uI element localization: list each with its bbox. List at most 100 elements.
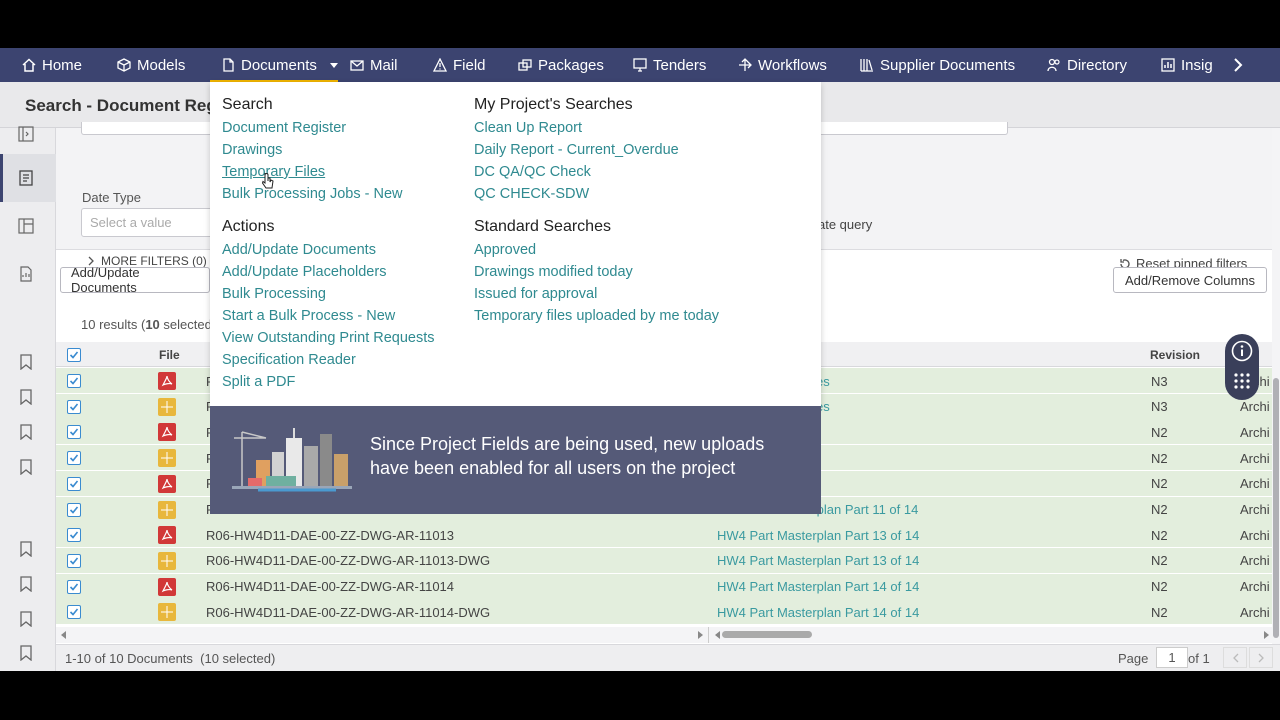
document-title-link[interactable]: HW4 Part Masterplan Part 14 of 14 xyxy=(717,574,919,600)
menu-clean-up-report[interactable]: Clean Up Report xyxy=(474,120,582,136)
nav-tenders[interactable]: Tenders xyxy=(633,48,706,82)
menu-document-register[interactable]: Document Register xyxy=(222,120,346,136)
row-checkbox[interactable] xyxy=(67,497,81,523)
nav-mail[interactable]: Mail xyxy=(350,48,398,82)
menu-daily-report[interactable]: Daily Report - Current_Overdue xyxy=(474,142,679,158)
keypad-icon[interactable] xyxy=(1233,372,1251,390)
prev-page-button[interactable] xyxy=(1223,647,1247,668)
menu-dc-qa-qc-check[interactable]: DC QA/QC Check xyxy=(474,164,591,180)
add-update-documents-button[interactable]: Add/Update Documents xyxy=(60,265,210,295)
menu-issued-for-approval[interactable]: Issued for approval xyxy=(474,286,597,302)
horizontal-scrollbar[interactable] xyxy=(56,627,1272,643)
checkbox xyxy=(67,451,81,466)
menu-specification-reader[interactable]: Specification Reader xyxy=(222,352,356,368)
info-icon[interactable] xyxy=(1231,340,1253,362)
row-checkbox[interactable] xyxy=(67,522,81,548)
caret-down-icon xyxy=(329,63,338,68)
nav-home[interactable]: Home xyxy=(22,48,82,82)
chevron-right-icon xyxy=(1258,653,1264,662)
file-type-cell[interactable] xyxy=(158,522,176,548)
file-type-cell[interactable] xyxy=(158,471,176,497)
nav-directory-label: Directory xyxy=(1067,56,1128,74)
file-type-cell[interactable] xyxy=(158,599,176,625)
next-page-button[interactable] xyxy=(1249,647,1273,668)
nav-packages[interactable]: Packages xyxy=(518,48,604,82)
date-type-select[interactable]: Select a value xyxy=(81,208,221,237)
row-checkbox[interactable] xyxy=(67,471,81,497)
scroll-right-icon[interactable] xyxy=(1262,631,1270,639)
menu-add-update-documents[interactable]: Add/Update Documents xyxy=(222,242,376,258)
table-row[interactable]: R06-HW4D11-DAE-00-ZZ-DWG-AR-11013-DWG HW4… xyxy=(56,547,1272,574)
menu-drawings-modified-today[interactable]: Drawings modified today xyxy=(474,264,633,280)
table-row[interactable]: R06-HW4D11-DAE-00-ZZ-DWG-AR-11013 HW4 Par… xyxy=(56,522,1272,549)
menu-split-pdf[interactable]: Split a PDF xyxy=(222,374,295,390)
report-icon[interactable] xyxy=(18,266,34,282)
menu-start-bulk-process[interactable]: Start a Bulk Process - New xyxy=(222,308,395,324)
table-row[interactable]: R06-HW4D11-DAE-00-ZZ-DWG-AR-11014 HW4 Par… xyxy=(56,573,1272,600)
file-type-cell[interactable] xyxy=(158,548,176,574)
document-number: R06-HW4D11-DAE-00-ZZ-DWG-AR-11014-DWG xyxy=(206,604,491,620)
vertical-scrollbar[interactable] xyxy=(1272,128,1280,644)
bookmark-icon[interactable] xyxy=(18,354,34,370)
bookmark-icon[interactable] xyxy=(18,424,34,440)
document-title-link[interactable]: HW4 Part Masterplan Part 14 of 14 xyxy=(717,599,919,625)
page-number-input[interactable]: 1 xyxy=(1156,647,1188,668)
collapse-panel-icon[interactable] xyxy=(18,126,34,142)
scroll-left-icon[interactable] xyxy=(714,631,722,639)
document-title-link[interactable]: HW4 Part Masterplan Part 13 of 14 xyxy=(717,522,919,548)
file-type-cell[interactable] xyxy=(158,368,176,394)
file-type-cell[interactable] xyxy=(158,497,176,523)
panel-layout-icon[interactable] xyxy=(18,218,34,234)
file-type-cell[interactable] xyxy=(158,445,176,471)
nav-models-label: Models xyxy=(137,56,186,74)
column-revision[interactable]: Revision xyxy=(1150,342,1200,367)
row-checkbox[interactable] xyxy=(67,419,81,445)
nav-field[interactable]: Field xyxy=(433,48,486,82)
left-rail xyxy=(0,126,56,671)
add-remove-columns-button[interactable]: Add/Remove Columns xyxy=(1113,267,1267,293)
menu-qc-check-sdw[interactable]: QC CHECK-SDW xyxy=(474,186,589,202)
row-checkbox[interactable] xyxy=(67,548,81,574)
column-file[interactable]: File xyxy=(159,342,180,367)
scroll-left-icon[interactable] xyxy=(60,631,68,639)
nav-directory[interactable]: Directory xyxy=(1047,48,1127,82)
vertical-scrollbar-thumb[interactable] xyxy=(1273,378,1279,638)
scroll-right-icon[interactable] xyxy=(696,631,704,639)
file-type-cell[interactable] xyxy=(158,394,176,420)
bookmark-icon[interactable] xyxy=(18,389,34,405)
row-checkbox[interactable] xyxy=(67,599,81,625)
scrollbar-thumb[interactable] xyxy=(722,631,812,638)
menu-approved[interactable]: Approved xyxy=(474,242,536,258)
row-checkbox[interactable] xyxy=(67,394,81,420)
bookmark-icon[interactable] xyxy=(18,459,34,475)
nav-models[interactable]: Models xyxy=(117,48,185,82)
results-suffix: selected xyxy=(159,317,212,332)
menu-bulk-processing[interactable]: Bulk Processing xyxy=(222,286,326,302)
row-checkbox[interactable] xyxy=(67,574,81,600)
menu-add-update-placeholders[interactable]: Add/Update Placeholders xyxy=(222,264,386,280)
row-checkbox[interactable] xyxy=(67,445,81,471)
help-widget[interactable] xyxy=(1225,334,1259,400)
table-row[interactable]: R06-HW4D11-DAE-00-ZZ-DWG-AR-11014-DWG HW4… xyxy=(56,599,1272,626)
nav-documents[interactable]: Documents xyxy=(221,48,339,82)
menu-drawings[interactable]: Drawings xyxy=(222,142,282,158)
bookmark-icon[interactable] xyxy=(18,611,34,627)
nav-insights[interactable]: Insig xyxy=(1161,48,1213,82)
document-title-link[interactable]: HW4 Part Masterplan Part 13 of 14 xyxy=(717,548,919,574)
menu-bulk-processing-jobs[interactable]: Bulk Processing Jobs - New xyxy=(222,186,403,202)
bookmark-icon[interactable] xyxy=(18,645,34,661)
nav-workflows[interactable]: Workflows xyxy=(738,48,827,82)
menu-temporary-files-uploaded[interactable]: Temporary files uploaded by me today xyxy=(474,308,719,324)
checkbox xyxy=(67,425,81,440)
row-checkbox[interactable] xyxy=(67,368,81,394)
select-all-checkbox[interactable] xyxy=(67,342,81,367)
bookmark-icon[interactable] xyxy=(18,541,34,557)
document-register-icon[interactable] xyxy=(18,170,34,186)
nav-scroll-right[interactable] xyxy=(1228,48,1248,82)
menu-view-print-requests[interactable]: View Outstanding Print Requests xyxy=(222,330,435,346)
nav-supplier-documents[interactable]: Supplier Documents xyxy=(860,48,1015,82)
documents-dropdown-menu: Search Document Register Drawings Tempor… xyxy=(210,82,821,406)
bookmark-icon[interactable] xyxy=(18,576,34,592)
file-type-cell[interactable] xyxy=(158,419,176,445)
file-type-cell[interactable] xyxy=(158,574,176,600)
